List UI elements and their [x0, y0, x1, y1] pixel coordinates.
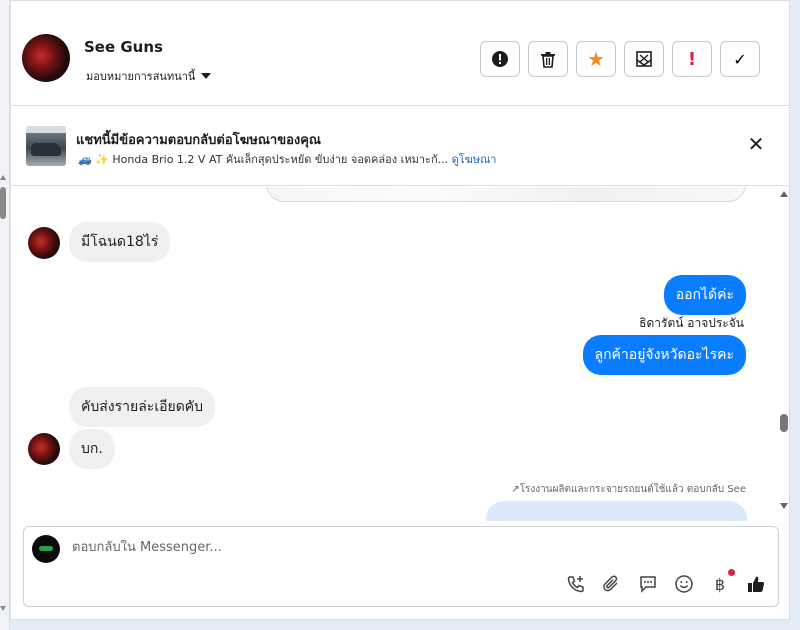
message-bubble-outgoing[interactable]: ลูกค้าอยู่จังหวัดอะไรคะ	[582, 335, 746, 375]
assign-conversation-label: มอบหมายการสนทนานี้	[86, 70, 196, 83]
left-scroll-down-arrow[interactable]	[0, 606, 6, 611]
emoji-icon[interactable]	[673, 573, 695, 595]
report-button[interactable]	[480, 41, 520, 77]
page-avatar	[32, 535, 60, 563]
star-button[interactable]: ★	[576, 41, 616, 77]
chevron-down-icon	[201, 73, 212, 79]
message-bubble-outgoing-partial[interactable]	[486, 501, 747, 521]
ad-banner-title: แชทนี้มีข้อความตอบกลับต่อโฆษณาของคุณ	[76, 133, 321, 148]
left-panel-edge	[0, 0, 10, 630]
composer-toolbar: ฿	[565, 569, 767, 595]
mark-unread-button[interactable]	[624, 41, 664, 77]
ad-thumbnail[interactable]	[26, 126, 66, 166]
contact-avatar[interactable]	[22, 34, 70, 82]
image-attachment[interactable]	[266, 187, 746, 202]
close-icon[interactable]: ✕	[744, 132, 768, 156]
check-icon: ✓	[733, 49, 747, 69]
payment-icon[interactable]: ฿	[709, 569, 735, 595]
done-button[interactable]: ✓	[720, 41, 760, 77]
message-sender-name: ธิดารัตน์ อาจประจัน	[639, 316, 744, 330]
report-icon	[492, 51, 508, 67]
sender-avatar[interactable]	[28, 433, 60, 465]
like-icon[interactable]	[745, 573, 767, 595]
message-bubble-incoming[interactable]: คับส่งรายล่ะเอียดคับ	[69, 387, 216, 427]
trash-icon	[541, 51, 555, 68]
thread-scroll-down-arrow[interactable]	[780, 503, 788, 509]
envelope-icon	[636, 51, 652, 67]
thumbs-up-icon	[748, 576, 765, 592]
message-bubble-outgoing[interactable]: ออกได้ค่ะ	[663, 275, 746, 315]
ad-reply-banner: แชทนี้มีข้อความตอบกลับต่อโฆษณาของคุณ 🚙 ✨…	[11, 106, 789, 186]
message-thread[interactable]: มีโฉนด18ไร่ ออกได้ค่ะ ธิดารัตน์ อาจประจั…	[11, 187, 789, 521]
message-bubble-incoming[interactable]: มีโฉนด18ไร่	[69, 222, 171, 262]
header-actions: ★ ! ✓	[480, 41, 760, 77]
reply-input[interactable]	[72, 540, 672, 555]
notification-dot	[728, 569, 735, 576]
contact-name[interactable]: See Guns	[84, 38, 163, 56]
ad-thumbnail-tag	[26, 126, 66, 133]
message-bubble-incoming[interactable]: บก.	[69, 429, 115, 469]
ad-thumbnail-car	[31, 143, 61, 156]
left-scrollbar-thumb[interactable]	[0, 187, 6, 219]
right-panel-edge	[790, 0, 800, 630]
call-icon[interactable]	[565, 573, 587, 595]
attachment-icon[interactable]	[601, 573, 623, 595]
conversation-panel: See Guns มอบหมายการสนทนานี้ ★ ! ✓ แชทนี้…	[10, 0, 790, 620]
exclamation-icon: !	[687, 48, 697, 70]
left-scroll-up-arrow[interactable]	[0, 175, 6, 180]
star-icon: ★	[587, 47, 605, 71]
conversation-header: See Guns มอบหมายการสนทนานี้ ★ ! ✓	[11, 11, 789, 106]
paperclip-icon	[603, 575, 618, 592]
ad-banner-subtitle: 🚙 ✨ Honda Brio 1.2 V AT คันเล็กสุดประหยั…	[78, 150, 496, 168]
baht-icon: ฿	[714, 574, 726, 594]
sender-avatar[interactable]	[28, 227, 60, 259]
ad-description: 🚙 ✨ Honda Brio 1.2 V AT คันเล็กสุดประหยั…	[78, 153, 449, 166]
thread-scrollbar-thumb[interactable]	[780, 414, 788, 432]
phone-plus-icon	[567, 576, 584, 593]
spam-button[interactable]: !	[672, 41, 712, 77]
thread-scroll-up-arrow[interactable]	[780, 191, 788, 197]
bottom-panel-edge	[10, 620, 790, 630]
reply-context-note: ↗โรงงานผลิตและกระจายรถยนต์ใช้แล้ว ตอบกลั…	[511, 484, 746, 495]
delete-button[interactable]	[528, 41, 568, 77]
smiley-icon	[675, 575, 693, 593]
reply-composer: ฿	[23, 526, 779, 607]
chat-bubble-icon	[640, 576, 656, 593]
view-ad-link[interactable]: ดูโฆษณา	[452, 153, 497, 166]
assign-conversation-dropdown[interactable]: มอบหมายการสนทนานี้	[86, 67, 212, 85]
saved-replies-icon[interactable]	[637, 573, 659, 595]
